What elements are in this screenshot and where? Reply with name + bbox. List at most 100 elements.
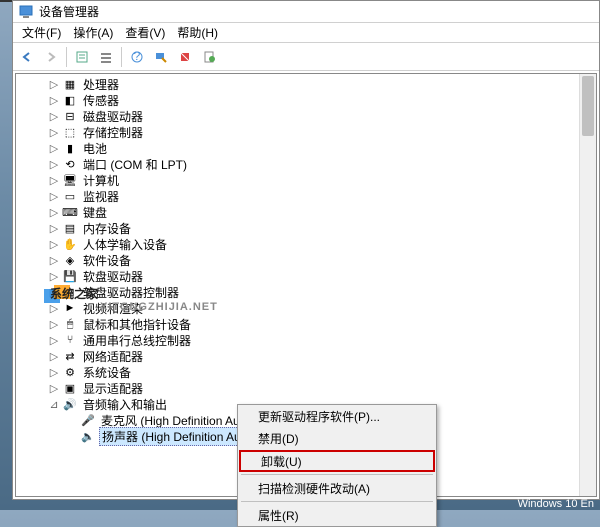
computer-icon: 🖥 (62, 173, 78, 187)
properties-button[interactable] (198, 46, 220, 68)
sensor-icon: ◧ (62, 93, 78, 107)
tree-node[interactable]: ▷⬚存储控制器 (16, 124, 596, 140)
tree-node[interactable]: ▷⇄网络适配器 (16, 348, 596, 364)
tree-node[interactable]: ▷✋人体学输入设备 (16, 236, 596, 252)
expand-icon[interactable]: ▷ (46, 318, 62, 331)
expand-icon[interactable]: ▷ (46, 126, 62, 139)
tree-node[interactable]: ▷⊡软盘驱动器控制器 (16, 284, 596, 300)
battery-icon: ▮ (62, 141, 78, 155)
tree-node-label: 端口 (COM 和 LPT) (81, 156, 189, 173)
system-icon: ⚙ (62, 365, 78, 379)
audio-icon: 🔊 (62, 397, 78, 411)
expand-icon[interactable]: ▷ (46, 94, 62, 107)
tree-node-label: 网络适配器 (81, 348, 145, 365)
window-title: 设备管理器 (39, 3, 99, 20)
expand-icon[interactable]: ▷ (46, 270, 62, 283)
tree-node-label: 通用串行总线控制器 (81, 332, 193, 349)
tree-node[interactable]: ▷🖱鼠标和其他指针设备 (16, 316, 596, 332)
menu-disable[interactable]: 禁用(D) (238, 427, 436, 449)
tree-node[interactable]: ▷◈软件设备 (16, 252, 596, 268)
tree-node-label: 显示适配器 (81, 380, 145, 397)
tree-node-label: 电池 (81, 140, 109, 157)
tree-node[interactable]: ▷⊟磁盘驱动器 (16, 108, 596, 124)
monitor-icon: ▭ (62, 189, 78, 203)
tree-node-label: 传感器 (81, 92, 121, 109)
scan-button[interactable] (150, 46, 172, 68)
expand-icon[interactable]: ▷ (46, 206, 62, 219)
scrollbar[interactable] (579, 74, 596, 496)
tree-node[interactable]: ▷▣显示适配器 (16, 380, 596, 396)
display-icon: ▣ (62, 381, 78, 395)
expand-icon[interactable]: ▷ (46, 174, 62, 187)
network-icon: ⇄ (62, 349, 78, 363)
tree-node-label: 存储控制器 (81, 124, 145, 141)
tree-node-label: 软件设备 (81, 252, 133, 269)
expand-icon[interactable]: ▷ (46, 158, 62, 171)
help-button[interactable]: ? (126, 46, 148, 68)
expand-icon[interactable]: ▷ (46, 78, 62, 91)
tree-node[interactable]: ▷💾软盘驱动器 (16, 268, 596, 284)
tree-node-label: 音频输入和输出 (81, 396, 169, 413)
footer-text: Windows 10 En (518, 498, 594, 510)
tree-node[interactable]: ▷►视频和渲染 (16, 300, 596, 316)
tree-node[interactable]: ▷▭监视器 (16, 188, 596, 204)
tree-node-label: 处理器 (81, 76, 121, 93)
tree-node[interactable]: ▷⟲端口 (COM 和 LPT) (16, 156, 596, 172)
floppy-icon: 💾 (62, 269, 78, 283)
port-icon: ⟲ (62, 157, 78, 171)
details-button[interactable] (71, 46, 93, 68)
menu-uninstall[interactable]: 卸载(U) (239, 450, 435, 472)
tree-node-label: 鼠标和其他指针设备 (81, 316, 193, 333)
tree-node-label: 系统设备 (81, 364, 133, 381)
tree-node[interactable]: ▷▦处理器 (16, 76, 596, 92)
expand-icon[interactable]: ▷ (46, 190, 62, 203)
tree-node[interactable]: ▷⑂通用串行总线控制器 (16, 332, 596, 348)
expand-icon[interactable]: ▷ (46, 286, 62, 299)
tree-node[interactable]: ▷⌨键盘 (16, 204, 596, 220)
expand-icon[interactable]: ▷ (46, 254, 62, 267)
scrollbar-thumb[interactable] (582, 76, 594, 136)
disable-button[interactable] (174, 46, 196, 68)
collapse-icon[interactable]: ⊿ (46, 398, 62, 411)
back-button[interactable] (16, 46, 38, 68)
menu-properties[interactable]: 属性(R) (238, 504, 436, 526)
expand-icon[interactable]: ▷ (46, 334, 62, 347)
tree-node[interactable]: ▷◧传感器 (16, 92, 596, 108)
expand-icon[interactable]: ▷ (46, 350, 62, 363)
list-button[interactable] (95, 46, 117, 68)
menu-separator (241, 501, 433, 502)
menu-view[interactable]: 查看(V) (119, 22, 171, 43)
menu-scan-hardware[interactable]: 扫描检测硬件改动(A) (238, 477, 436, 499)
forward-button[interactable] (40, 46, 62, 68)
tree-node-label: 监视器 (81, 188, 121, 205)
tree-node-label: 磁盘驱动器 (81, 108, 145, 125)
tree-node[interactable]: ▷▤内存设备 (16, 220, 596, 236)
menu-update-driver[interactable]: 更新驱动程序软件(P)... (238, 405, 436, 427)
menu-action[interactable]: 操作(A) (67, 22, 119, 43)
tree-node-label: 人体学输入设备 (81, 236, 169, 253)
expand-icon[interactable]: ▷ (46, 382, 62, 395)
tree-node-label: 软盘驱动器控制器 (81, 284, 181, 301)
tree-node-label: 计算机 (81, 172, 121, 189)
hid-icon: ✋ (62, 237, 78, 251)
tree-node-label: 视频和渲染 (81, 300, 145, 317)
toolbar: ? (13, 43, 599, 71)
expand-icon[interactable]: ▷ (46, 142, 62, 155)
expand-icon[interactable]: ▷ (46, 366, 62, 379)
menubar: 文件(F) 操作(A) 查看(V) 帮助(H) (13, 23, 599, 43)
expand-icon[interactable]: ▷ (46, 222, 62, 235)
tree-node[interactable]: ▷🖥计算机 (16, 172, 596, 188)
tree-node[interactable]: ▷▮电池 (16, 140, 596, 156)
titlebar[interactable]: 设备管理器 (13, 1, 599, 23)
expand-icon[interactable]: ▷ (46, 110, 62, 123)
tree-node[interactable]: ▷⚙系统设备 (16, 364, 596, 380)
video-icon: ► (62, 301, 78, 315)
menu-help[interactable]: 帮助(H) (171, 22, 224, 43)
menu-separator (241, 474, 433, 475)
memory-icon: ▤ (62, 221, 78, 235)
menu-file[interactable]: 文件(F) (16, 22, 67, 43)
tree-node-label: 内存设备 (81, 220, 133, 237)
expand-icon[interactable]: ▷ (46, 302, 62, 315)
expand-icon[interactable]: ▷ (46, 238, 62, 251)
keyboard-icon: ⌨ (62, 205, 78, 219)
